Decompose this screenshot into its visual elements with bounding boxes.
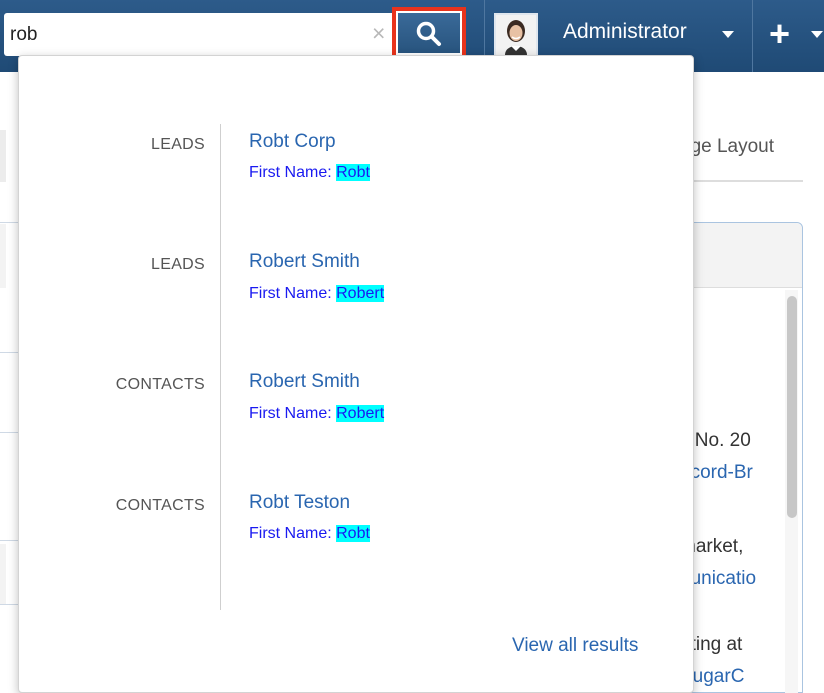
result-match-field: First Name: Robt — [249, 164, 370, 182]
clear-search-icon[interactable]: × — [372, 22, 385, 45]
result-module-label: LEADS — [151, 256, 205, 273]
match-highlight: Robt — [336, 164, 370, 181]
search-results-dropdown: LEADS Robt Corp First Name: Robt LEADS R… — [18, 55, 694, 693]
background-line — [0, 540, 18, 541]
background-line — [0, 222, 18, 223]
result-match-field: First Name: Robert — [249, 285, 385, 303]
background-stub — [0, 130, 6, 182]
match-field-label: First Name: — [249, 525, 337, 542]
match-field-label: First Name: — [249, 164, 337, 181]
user-menu-name[interactable]: Administrator — [563, 20, 687, 44]
match-field-label: First Name: — [249, 285, 337, 302]
result-match-field: First Name: Robt — [249, 525, 370, 543]
search-button[interactable] — [392, 7, 466, 59]
result-match-field: First Name: Robert — [249, 405, 385, 423]
result-record-link[interactable]: Robt Corp — [249, 131, 336, 153]
background-line — [0, 352, 18, 353]
match-highlight: Robert — [336, 285, 385, 302]
match-highlight: Robt — [336, 525, 370, 542]
change-layout-underline — [680, 180, 803, 182]
background-stub — [0, 544, 6, 604]
quick-create-plus-icon[interactable]: + — [769, 16, 790, 52]
background-stub — [0, 224, 6, 288]
result-module-label: CONTACTS — [115, 497, 205, 514]
quick-create-caret-icon[interactable] — [811, 31, 823, 38]
result-record-link[interactable]: Robert Smith — [249, 251, 360, 273]
nav-divider — [752, 0, 753, 72]
view-all-results-link[interactable]: View all results — [512, 635, 638, 657]
match-field-label: First Name: — [249, 405, 337, 422]
user-menu-caret-icon[interactable] — [722, 31, 734, 38]
user-avatar[interactable] — [494, 13, 538, 57]
result-record-link[interactable]: Robt Teston — [249, 492, 350, 514]
result-module-label: CONTACTS — [115, 376, 205, 393]
dashlet-scrollbar-thumb[interactable] — [787, 296, 797, 518]
result-module-label: LEADS — [151, 136, 205, 153]
global-search-input[interactable] — [10, 13, 360, 56]
background-line — [0, 432, 18, 433]
result-record-link[interactable]: Robert Smith — [249, 371, 360, 393]
results-divider — [220, 124, 221, 610]
match-highlight: Robert — [336, 405, 385, 422]
change-layout-button[interactable]: nge Layout — [680, 136, 774, 158]
user-photo-icon — [496, 15, 536, 55]
search-icon — [416, 21, 441, 46]
background-line — [0, 604, 18, 605]
